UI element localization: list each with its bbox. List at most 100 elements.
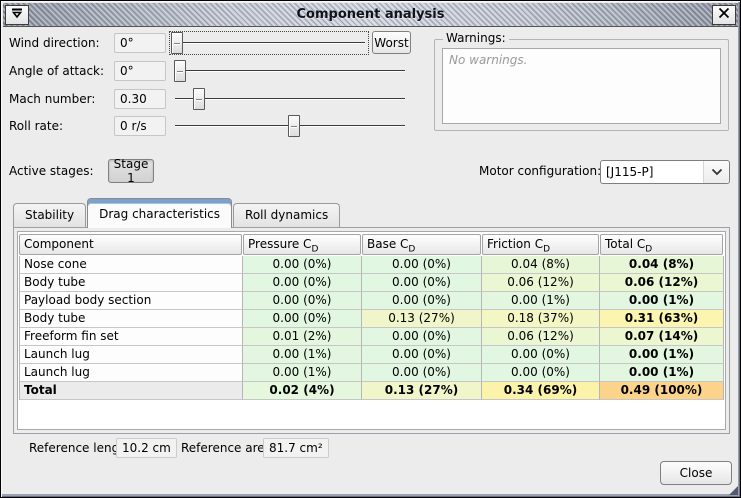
tab-stability[interactable]: Stability [13,203,86,228]
column-header[interactable]: Friction CD [482,234,599,255]
angle-of-attack-field[interactable]: 0° [114,61,166,81]
table-row: Payload body section0.00 (0%)0.00 (0%)0.… [19,292,724,310]
value-cell: 0.06 (12%) [482,328,600,346]
value-cell: 0.00 (1%) [482,292,600,310]
drag-characteristics-panel: ComponentPressure CDBase CDFriction CDTo… [13,227,730,434]
component-cell: Body tube [19,310,243,328]
table-row: Total0.02 (4%)0.13 (27%)0.34 (69%)0.49 (… [19,382,724,400]
window-menu-button[interactable] [5,5,29,25]
active-stages-label: Active stages: [9,159,94,183]
value-cell: 0.00 (1%) [600,364,724,382]
mach-number-slider[interactable] [171,87,409,111]
warnings-list: No warnings. [442,48,721,124]
table-header: ComponentPressure CDBase CDFriction CDTo… [19,233,724,256]
component-analysis-dialog: Component analysis Wind direction: 0° Wo… [0,0,741,498]
component-cell: Body tube [19,274,243,292]
value-cell: 0.00 (1%) [600,292,724,310]
column-header[interactable]: Component [19,234,242,255]
table-row: Body tube0.00 (0%)0.13 (27%)0.18 (37%)0.… [19,310,724,328]
value-cell: 0.18 (37%) [482,310,600,328]
close-button[interactable]: Close [660,461,732,485]
component-cell: Payload body section [19,292,243,310]
worst-button[interactable]: Worst [372,31,411,54]
tab-drag-characteristics[interactable]: Drag characteristics [87,198,232,228]
chevron-down-icon[interactable] [703,161,729,183]
slider-handle[interactable] [171,32,183,54]
value-cell: 0.00 (0%) [243,256,362,274]
slider-track[interactable] [173,42,365,44]
value-cell: 0.00 (0%) [362,364,482,382]
slider-handle[interactable] [288,115,300,137]
warnings-title: Warnings: [443,31,509,45]
column-header[interactable]: Pressure CD [243,234,361,255]
value-cell: 0.00 (0%) [362,256,482,274]
value-cell: 0.04 (8%) [600,256,724,274]
window-title: Component analysis [3,7,738,22]
drag-table: ComponentPressure CDBase CDFriction CDTo… [19,233,724,400]
value-cell: 0.13 (27%) [362,382,482,400]
table-scroll-area[interactable]: ComponentPressure CDBase CDFriction CDTo… [17,231,726,430]
motor-configuration-value: [J115-P] [601,165,703,179]
value-cell: 0.06 (12%) [482,274,600,292]
tab-roll-dynamics[interactable]: Roll dynamics [233,203,340,228]
slider-track[interactable] [175,98,405,100]
value-cell: 0.07 (14%) [600,328,724,346]
window-menu-icon [10,7,24,22]
reference-length-value: 10.2 cm [116,438,177,458]
value-cell: 0.31 (63%) [600,310,724,328]
mach-number-field[interactable]: 0.30 [114,89,166,109]
value-cell: 0.00 (1%) [243,346,362,364]
value-cell: 0.02 (4%) [243,382,362,400]
component-cell: Launch lug [19,364,243,382]
column-header[interactable]: Base CD [362,234,481,255]
value-cell: 0.49 (100%) [600,382,724,400]
wind-direction-label: Wind direction: [9,31,100,55]
motor-configuration-select[interactable]: [J115-P] [600,160,730,184]
wind-direction-field[interactable]: 0° [114,33,166,53]
slider-track[interactable] [175,70,405,72]
value-cell: 0.06 (12%) [600,274,724,292]
value-cell: 0.00 (0%) [243,274,362,292]
title-bar[interactable]: Component analysis [3,3,738,27]
value-cell: 0.00 (0%) [362,274,482,292]
value-cell: 0.00 (0%) [362,346,482,364]
value-cell: 0.00 (0%) [482,364,600,382]
value-cell: 0.13 (27%) [362,310,482,328]
component-cell: Freeform fin set [19,328,243,346]
resize-grip-icon[interactable] [729,486,738,495]
value-cell: 0.00 (1%) [600,346,724,364]
value-cell: 0.00 (0%) [243,310,362,328]
mach-number-label: Mach number: [9,87,95,111]
roll-rate-slider[interactable] [171,114,409,138]
component-cell: Nose cone [19,256,243,274]
table-row: Nose cone0.00 (0%)0.00 (0%)0.04 (8%)0.04… [19,256,724,274]
column-header[interactable]: Total CD [600,234,723,255]
value-cell: 0.34 (69%) [482,382,600,400]
table-body: Nose cone0.00 (0%)0.00 (0%)0.04 (8%)0.04… [19,256,724,400]
close-icon [718,7,730,22]
angle-of-attack-label: Angle of attack: [9,59,104,83]
value-cell: 0.00 (0%) [243,292,362,310]
tab-bar: StabilityDrag characteristicsRoll dynami… [13,198,341,228]
table-row: Body tube0.00 (0%)0.00 (0%)0.06 (12%)0.0… [19,274,724,292]
angle-of-attack-slider[interactable] [171,59,409,83]
value-cell: 0.00 (1%) [243,364,362,382]
value-cell: 0.00 (0%) [482,346,600,364]
value-cell: 0.00 (0%) [362,292,482,310]
reference-area-label: Reference area: [181,438,276,458]
stage-1-toggle[interactable]: Stage 1 [108,159,154,183]
slider-handle[interactable] [193,88,205,110]
warnings-group: Warnings: No warnings. [434,39,729,131]
value-cell: 0.04 (8%) [482,256,600,274]
value-cell: 0.00 (0%) [362,328,482,346]
value-cell: 0.01 (2%) [243,328,362,346]
slider-handle[interactable] [174,60,186,82]
reference-area-value: 81.7 cm² [263,438,329,458]
wind-direction-slider[interactable] [169,31,369,55]
table-row: Launch lug0.00 (1%)0.00 (0%)0.00 (0%)0.0… [19,346,724,364]
table-row: Freeform fin set0.01 (2%)0.00 (0%)0.06 (… [19,328,724,346]
motor-configuration-label: Motor configuration: [479,159,601,183]
table-row: Launch lug0.00 (1%)0.00 (0%)0.00 (0%)0.0… [19,364,724,382]
roll-rate-field[interactable]: 0 r/s [114,116,166,136]
window-close-button[interactable] [712,5,736,25]
